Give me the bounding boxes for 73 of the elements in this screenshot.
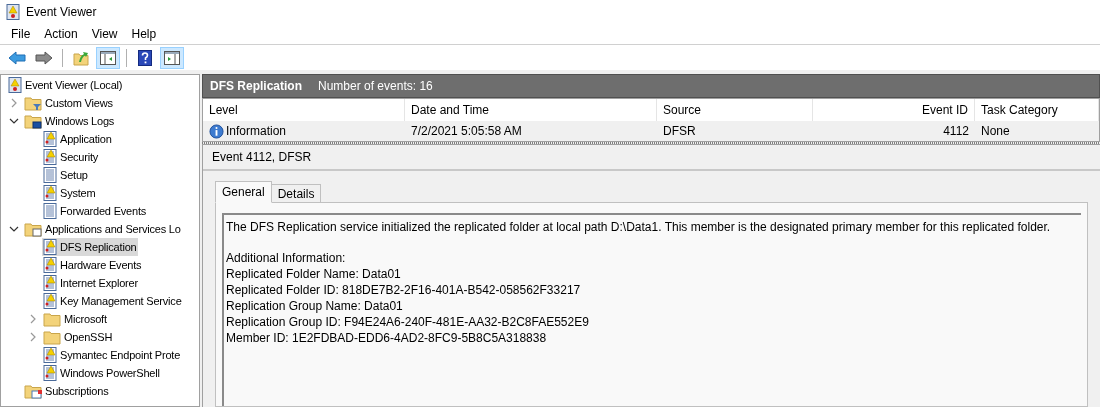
folder-computer-icon xyxy=(24,113,42,129)
tree-item[interactable]: Symantec Endpoint Prote xyxy=(42,346,183,364)
log-warning-icon xyxy=(43,185,57,201)
info-line: Replicated Folder ID: 818DE7B2-2F16-401A-B542-058562F33217 xyxy=(226,282,582,298)
tree-item[interactable]: Key Management Service xyxy=(42,292,184,310)
info-line: Member ID: 1E2FDBAD-EDD6-4AD2-8FC9-5B8C5A318838 xyxy=(226,330,548,346)
tree-item[interactable]: Custom Views xyxy=(23,94,115,112)
event-title: Event 4112, DFSR xyxy=(212,149,312,166)
event-description: The DFS Replication service initialized the replicated folder at local path D:\Data1. This member is the designated primary member for this replicated folder. xyxy=(226,219,1052,236)
tree-item[interactable]: OpenSSH xyxy=(42,328,115,346)
info-icon xyxy=(209,123,224,139)
info-line: Replicated Folder Name: Data01 xyxy=(226,266,402,282)
log-icon xyxy=(43,203,57,219)
tree-item[interactable]: DFS Replication xyxy=(42,238,139,256)
log-warning-icon xyxy=(43,239,57,255)
chevron-right-icon[interactable] xyxy=(9,98,19,108)
table-cell-text: 4112 xyxy=(943,123,969,140)
table-cell-text: DFSR xyxy=(663,123,696,140)
tree-item[interactable]: Subscriptions xyxy=(23,382,111,400)
tree-item[interactable]: System xyxy=(42,184,98,202)
log-warning-icon xyxy=(43,347,57,363)
log-warning-icon xyxy=(43,149,57,165)
tree-item[interactable]: Windows Logs xyxy=(23,112,117,130)
tree-item[interactable]: Microsoft xyxy=(42,310,109,328)
folder-filter-icon xyxy=(24,95,42,111)
event-log-icon xyxy=(6,4,20,20)
toolbar-button[interactable] xyxy=(160,46,184,69)
info-line: Additional Information: xyxy=(226,250,347,266)
help-icon xyxy=(138,49,152,66)
folder-icon xyxy=(43,311,61,327)
log-warning-icon xyxy=(43,275,57,291)
chevron-right-icon[interactable] xyxy=(28,314,38,324)
pane-right-icon xyxy=(164,50,180,65)
tree-item[interactable]: Event Viewer (Local) xyxy=(7,76,125,94)
folder-up-icon xyxy=(73,49,89,66)
pane-left-icon xyxy=(100,50,116,65)
tree-item[interactable]: Windows PowerShell xyxy=(42,364,162,382)
menu-item[interactable]: File xyxy=(11,25,31,43)
folder-window-icon xyxy=(24,221,42,237)
menu-item[interactable]: Help xyxy=(131,25,157,43)
log-title: DFS Replication xyxy=(210,78,302,95)
table-cell-text: Information xyxy=(226,123,287,140)
forward-arrow-icon xyxy=(35,50,53,65)
menu-item[interactable]: View xyxy=(91,25,118,43)
chevron-down-icon[interactable] xyxy=(9,224,19,234)
tree-item[interactable]: Internet Explorer xyxy=(42,274,140,292)
tree-item[interactable]: Security xyxy=(42,148,101,166)
tree-item[interactable]: Application xyxy=(42,130,114,148)
table-cell-text: 7/2/2021 5:05:58 AM xyxy=(411,123,522,140)
back-arrow-icon xyxy=(8,50,26,65)
log-warning-icon xyxy=(43,293,57,309)
log-warning-icon xyxy=(43,257,57,273)
info-line: Replication Group ID: F94E24A6-240F-481E-AA32-B2C8FAE552E9 xyxy=(226,314,590,330)
tree-item[interactable]: Setup xyxy=(42,166,90,184)
tab[interactable]: General xyxy=(215,181,272,203)
menu-item[interactable]: Action xyxy=(44,25,78,43)
toolbar-button[interactable] xyxy=(96,46,120,69)
folder-calendar-icon xyxy=(24,383,42,399)
log-icon xyxy=(43,167,57,183)
folder-icon xyxy=(43,329,61,345)
log-warning-icon xyxy=(43,365,57,381)
chevron-right-icon[interactable] xyxy=(28,332,38,342)
tree-item[interactable]: Hardware Events xyxy=(42,256,144,274)
event-log-icon xyxy=(8,77,22,93)
log-warning-icon xyxy=(43,131,57,147)
table-row[interactable]: Information 7/2/2021 5:05:58 AM DFSR 4112 None xyxy=(203,121,1099,141)
event-count: Number of events: 16 xyxy=(318,78,433,95)
chevron-down-icon[interactable] xyxy=(9,116,19,126)
window-title: Event Viewer xyxy=(26,4,97,21)
info-line: Replication Group Name: Data01 xyxy=(226,298,404,314)
table-cell-text: None xyxy=(981,123,1010,140)
tree-item[interactable]: Applications and Services Lo xyxy=(23,220,183,238)
tree-item[interactable]: Forwarded Events xyxy=(42,202,149,220)
